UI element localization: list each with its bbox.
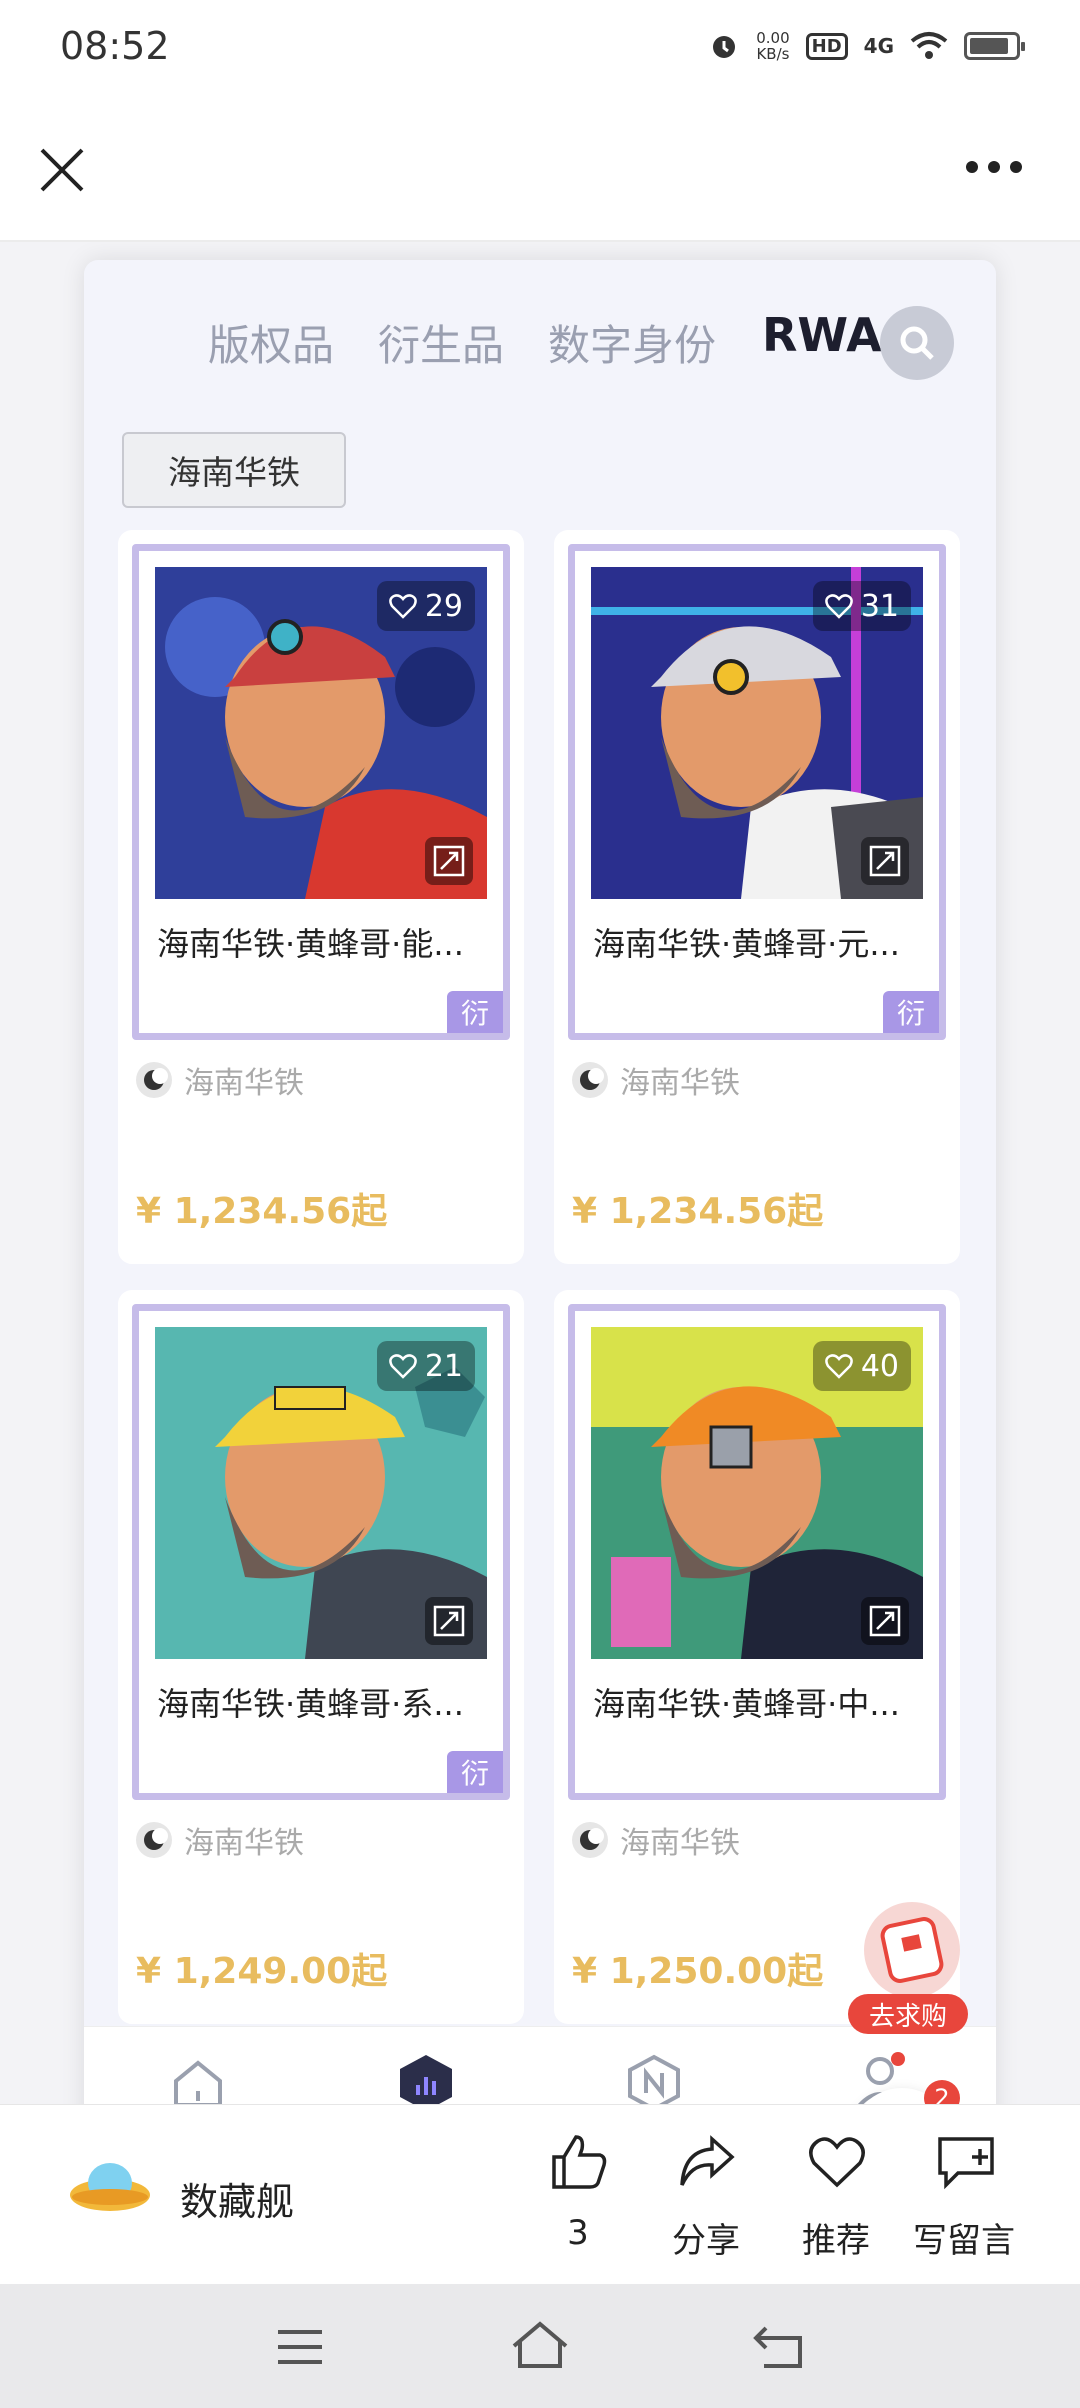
tab-digital-identity[interactable]: 数字身份 bbox=[548, 312, 716, 373]
brand-name: 海南华铁 bbox=[620, 1826, 740, 1861]
like-count-label: 3 bbox=[567, 2213, 589, 2253]
more-icon[interactable] bbox=[964, 160, 1024, 174]
like-count[interactable]: 21 bbox=[376, 1341, 475, 1391]
tab-derivative[interactable]: 衍生品 bbox=[378, 312, 504, 373]
brand-row: 海南华铁 bbox=[572, 1818, 740, 1862]
comment-label: 写留言 bbox=[913, 2221, 1015, 2261]
brand-row: 海南华铁 bbox=[136, 1818, 304, 1862]
account-name[interactable]: 数藏舰 bbox=[180, 2171, 294, 2226]
home-icon[interactable] bbox=[172, 2057, 224, 2104]
expand-icon[interactable] bbox=[425, 1597, 473, 1645]
alarm-icon bbox=[713, 36, 736, 58]
home-system-icon[interactable] bbox=[510, 2320, 570, 2370]
want-to-buy-icon bbox=[864, 1902, 960, 1998]
page-content: 版权品 衍生品 数字身份 RWA 海南华铁 29 海南华铁·黄蜂哥·能... 衍… bbox=[0, 242, 1080, 2104]
price: ¥ 1,250.00起 bbox=[572, 1951, 824, 1992]
brand-name: 海南华铁 bbox=[184, 1826, 304, 1861]
brand-name: 海南华铁 bbox=[184, 1066, 304, 1101]
expand-icon[interactable] bbox=[861, 837, 909, 885]
card-title: 海南华铁·黄蜂哥·能... bbox=[157, 925, 464, 963]
tab-copyright[interactable]: 版权品 bbox=[208, 312, 334, 373]
product-image[interactable]: 40 bbox=[591, 1327, 923, 1659]
card-title: 海南华铁·黄蜂哥·元... bbox=[593, 925, 900, 963]
derivative-tag: 衍 bbox=[447, 991, 503, 1033]
app-panel: 版权品 衍生品 数字身份 RWA 海南华铁 29 海南华铁·黄蜂哥·能... 衍… bbox=[84, 260, 996, 2104]
card-title: 海南华铁·黄蜂哥·中... bbox=[593, 1685, 900, 1723]
product-card[interactable]: 21 海南华铁·黄蜂哥·系... 衍 海南华铁 ¥ 1,249.00起 bbox=[118, 1290, 524, 2024]
want-to-buy-button[interactable]: 去求购 bbox=[846, 1896, 970, 2036]
article-action-bar: 数藏舰 3 分享 推荐 写留言 bbox=[0, 2104, 1080, 2284]
card-frame: 29 海南华铁·黄蜂哥·能... 衍 bbox=[132, 544, 510, 1040]
brand-avatar bbox=[572, 1062, 608, 1098]
app-bottom-nav bbox=[84, 2026, 996, 2104]
net-speed: 0.00 KB/s bbox=[756, 29, 790, 63]
market-icon[interactable] bbox=[398, 2053, 454, 2104]
price: ¥ 1,234.56起 bbox=[136, 1191, 388, 1232]
hd-badge: HD bbox=[805, 32, 848, 60]
search-button[interactable] bbox=[880, 306, 954, 380]
card-frame: 40 海南华铁·黄蜂哥·中... bbox=[568, 1304, 946, 1800]
card-title: 海南华铁·黄蜂哥·系... bbox=[157, 1685, 464, 1723]
product-image[interactable]: 31 bbox=[591, 567, 923, 899]
product-card[interactable]: 31 海南华铁·黄蜂哥·元... 衍 海南华铁 ¥ 1,234.56起 bbox=[554, 530, 960, 1264]
price: ¥ 1,249.00起 bbox=[136, 1951, 388, 1992]
card-frame: 31 海南华铁·黄蜂哥·元... 衍 bbox=[568, 544, 946, 1040]
tab-rwa[interactable]: RWA bbox=[762, 308, 882, 362]
product-card[interactable]: 29 海南华铁·黄蜂哥·能... 衍 海南华铁 ¥ 1,234.56起 bbox=[118, 530, 524, 1264]
webview-header bbox=[0, 96, 1080, 242]
app-logo-icon bbox=[70, 2163, 150, 2211]
expand-icon[interactable] bbox=[425, 837, 473, 885]
menu-icon[interactable] bbox=[276, 2328, 324, 2366]
signal-icon: 4G bbox=[863, 34, 894, 58]
want-to-buy-label: 去求购 bbox=[848, 1994, 968, 2034]
brand-row: 海南华铁 bbox=[136, 1058, 304, 1102]
brand-name: 海南华铁 bbox=[620, 1066, 740, 1101]
card-frame: 21 海南华铁·黄蜂哥·系... 衍 bbox=[132, 1304, 510, 1800]
wifi-icon bbox=[910, 32, 948, 59]
heart-icon bbox=[388, 594, 417, 619]
share-label: 分享 bbox=[672, 2221, 740, 2261]
system-nav-bar bbox=[0, 2284, 1080, 2408]
derivative-tag: 衍 bbox=[883, 991, 939, 1033]
like-count[interactable]: 40 bbox=[812, 1341, 911, 1391]
nft-icon[interactable] bbox=[626, 2053, 682, 2104]
search-icon bbox=[900, 326, 934, 360]
back-icon[interactable] bbox=[752, 2324, 806, 2370]
price: ¥ 1,234.56起 bbox=[572, 1191, 824, 1232]
filter-chip[interactable]: 海南华铁 bbox=[122, 432, 346, 508]
brand-avatar bbox=[136, 1062, 172, 1098]
battery-icon bbox=[964, 32, 1025, 60]
status-time: 08:52 bbox=[60, 24, 170, 68]
status-bar: 08:52 0.00 KB/s HD 4G bbox=[0, 0, 1080, 96]
heart-outline-icon bbox=[809, 2137, 865, 2188]
comment-icon bbox=[938, 2137, 994, 2190]
product-image[interactable]: 21 bbox=[155, 1327, 487, 1659]
close-icon[interactable] bbox=[38, 146, 86, 194]
thumbs-up-icon bbox=[552, 2135, 607, 2189]
heart-icon bbox=[824, 1354, 853, 1379]
heart-icon bbox=[388, 1354, 417, 1379]
heart-icon bbox=[824, 594, 853, 619]
status-icons: 0.00 KB/s HD 4G bbox=[708, 29, 1025, 63]
share-icon bbox=[680, 2135, 735, 2186]
brand-avatar bbox=[136, 1822, 172, 1858]
recommend-label: 推荐 bbox=[802, 2221, 870, 2261]
brand-row: 海南华铁 bbox=[572, 1058, 740, 1102]
brand-avatar bbox=[572, 1822, 608, 1858]
like-count[interactable]: 29 bbox=[376, 581, 475, 631]
expand-icon[interactable] bbox=[861, 1597, 909, 1645]
like-count[interactable]: 31 bbox=[812, 581, 911, 631]
product-image[interactable]: 29 bbox=[155, 567, 487, 899]
derivative-tag: 衍 bbox=[447, 1751, 503, 1793]
